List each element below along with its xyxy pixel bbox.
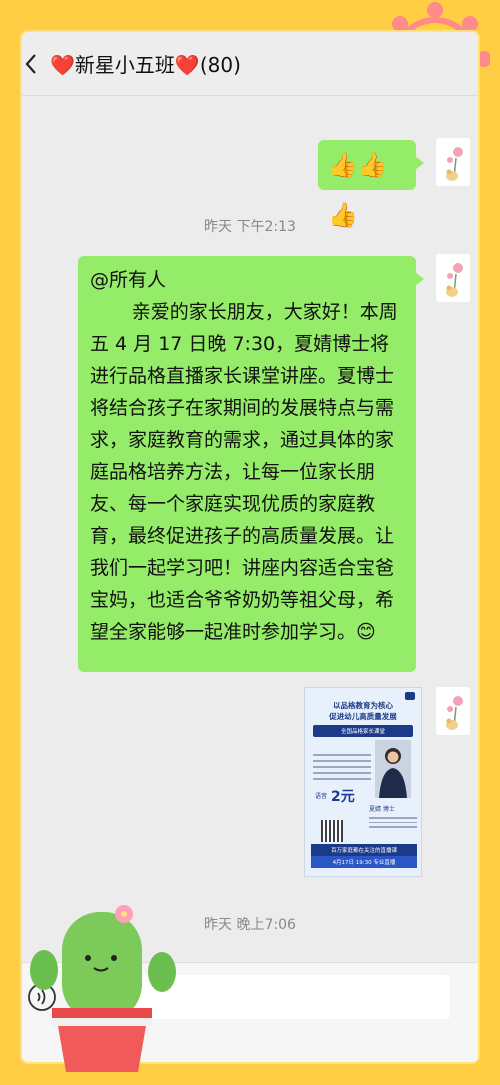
avatar[interactable]	[436, 138, 470, 186]
poster-date-banner: 4月17日 19:30 专业直播	[311, 856, 417, 868]
poster-speaker-bio	[369, 814, 417, 831]
poster-headline-1: 以品格教育为核心	[333, 701, 393, 710]
mention-all[interactable]: @所有人	[90, 264, 402, 296]
cactus-decoration	[22, 900, 182, 1080]
message-bubble-emoji[interactable]: 👍👍👍	[318, 140, 424, 229]
message-bubble-text[interactable]: @所有人 亲爱的家长朋友，大家好！本周五 4 月 17 日晚 7:30，夏婧博士…	[78, 256, 424, 672]
poster-price-label: 语音	[315, 793, 328, 800]
group-name: 新星小五班	[74, 53, 175, 77]
heart-icon: ❤️	[50, 53, 75, 77]
qr-code-icon	[321, 820, 343, 842]
timestamp: 昨天 下午2:13	[204, 219, 296, 235]
message-body: 亲爱的家长朋友，大家好！本周五 4 月 17 日晚 7:30，夏婧博士将进行品格…	[90, 301, 398, 643]
avatar[interactable]	[436, 254, 470, 302]
chevron-left-icon[interactable]	[22, 49, 40, 79]
poster-headline-2: 促进幼儿高质量发展	[329, 712, 397, 721]
chat-title: ❤️新星小五班❤️(80)	[50, 49, 241, 78]
member-count: (80)	[199, 53, 241, 77]
poster-bottom-banner: 百万家庭都在关注的直播课	[311, 844, 417, 856]
message-text: @所有人 亲爱的家长朋友，大家好！本周五 4 月 17 日晚 7:30，夏婧博士…	[78, 256, 416, 658]
heart-icon: ❤️	[174, 53, 200, 77]
speaker-photo	[375, 740, 411, 798]
poster-body-lines	[313, 750, 371, 784]
poster-speaker: 夏婧 博士	[369, 806, 395, 813]
poster-price: 2元	[331, 789, 355, 805]
chat-header: ❤️新星小五班❤️(80)	[22, 32, 478, 96]
poster-logo	[405, 692, 415, 700]
avatar[interactable]	[436, 687, 470, 735]
image-message-poster[interactable]: 以品格教育为核心 促进幼儿高质量发展 全国品格家长课堂 语音 2元 夏婧 博士 …	[304, 687, 422, 877]
poster-tag: 全国品格家长课堂	[313, 725, 413, 737]
